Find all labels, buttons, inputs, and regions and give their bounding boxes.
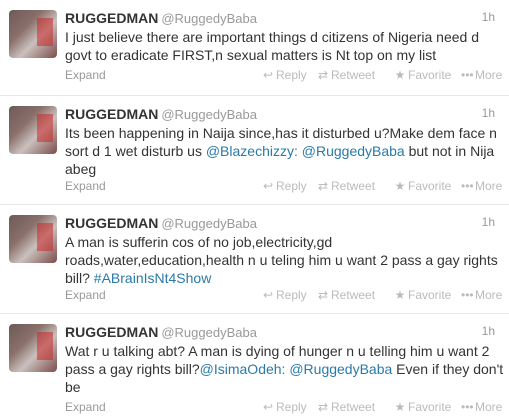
- tweet-header: RUGGEDMAN @RuggedyBaba 1h: [65, 10, 495, 26]
- reply-arrow-icon: ↩: [262, 288, 274, 302]
- tweet-actions: Expand ↩ Reply ⇄ Retweet ★ Favorite •••More: [65, 400, 505, 416]
- tweet-text-segment: I just believe there are important thing…: [65, 29, 480, 63]
- user-name[interactable]: RUGGEDMAN: [65, 215, 158, 231]
- reply-button[interactable]: ↩ Reply: [262, 288, 307, 302]
- retweet-label: Retweet: [331, 68, 376, 82]
- more-button[interactable]: •••More: [461, 179, 502, 193]
- retweet-icon: ⇄: [317, 179, 329, 193]
- reply-arrow-icon: ↩: [262, 68, 274, 82]
- avatar[interactable]: [9, 10, 57, 58]
- expand-link[interactable]: Expand: [65, 68, 106, 82]
- star-icon: ★: [394, 179, 406, 193]
- favorite-button[interactable]: ★ Favorite: [394, 400, 452, 414]
- more-label: More: [475, 179, 503, 193]
- timestamp[interactable]: 1h: [482, 215, 495, 229]
- mention-link[interactable]: @RuggedyBaba: [302, 143, 405, 159]
- retweet-icon: ⇄: [317, 68, 329, 82]
- tweet-text: A man is sufferin cos of no job,electric…: [65, 233, 505, 287]
- tweet-text: Wat r u talking abt? A man is dying of h…: [65, 342, 505, 396]
- favorite-button[interactable]: ★ Favorite: [394, 68, 452, 82]
- timestamp[interactable]: 1h: [482, 106, 495, 120]
- favorite-button[interactable]: ★ Favorite: [394, 179, 452, 193]
- more-label: More: [475, 68, 503, 82]
- ellipsis-icon: •••: [461, 179, 474, 193]
- tweet-header: RUGGEDMAN @RuggedyBaba 1h: [65, 106, 495, 122]
- retweet-button[interactable]: ⇄ Retweet: [317, 68, 375, 82]
- expand-link[interactable]: Expand: [65, 288, 106, 302]
- user-name[interactable]: RUGGEDMAN: [65, 324, 158, 340]
- favorite-label: Favorite: [408, 400, 452, 414]
- retweet-label: Retweet: [331, 400, 376, 414]
- reply-label: Reply: [276, 179, 307, 193]
- tweet[interactable]: RUGGEDMAN @RuggedyBaba 1h A man is suffer…: [0, 205, 509, 314]
- hashtag-link[interactable]: #ABrainIsNt4Show: [94, 270, 212, 286]
- retweet-button[interactable]: ⇄ Retweet: [317, 179, 375, 193]
- expand-link[interactable]: Expand: [65, 179, 106, 193]
- user-name[interactable]: RUGGEDMAN: [65, 10, 158, 26]
- tweet-header: RUGGEDMAN @RuggedyBaba 1h: [65, 324, 495, 340]
- retweet-label: Retweet: [331, 179, 376, 193]
- retweet-icon: ⇄: [317, 288, 329, 302]
- tweet-actions: Expand ↩ Reply ⇄ Retweet ★ Favorite •••More: [65, 68, 505, 84]
- reply-label: Reply: [276, 288, 307, 302]
- reply-arrow-icon: ↩: [262, 179, 274, 193]
- favorite-button[interactable]: ★ Favorite: [394, 288, 452, 302]
- reply-label: Reply: [276, 400, 307, 414]
- avatar[interactable]: [9, 324, 57, 372]
- star-icon: ★: [394, 400, 406, 414]
- retweet-button[interactable]: ⇄ Retweet: [317, 288, 375, 302]
- tweet-actions: Expand ↩ Reply ⇄ Retweet ★ Favorite •••More: [65, 288, 505, 304]
- reply-label: Reply: [276, 68, 307, 82]
- favorite-label: Favorite: [408, 179, 452, 193]
- user-handle[interactable]: @RuggedyBaba: [161, 107, 257, 122]
- reply-button[interactable]: ↩ Reply: [262, 179, 307, 193]
- favorite-label: Favorite: [408, 288, 452, 302]
- user-handle[interactable]: @RuggedyBaba: [161, 11, 257, 26]
- expand-link[interactable]: Expand: [65, 400, 106, 414]
- retweet-label: Retweet: [331, 288, 376, 302]
- retweet-icon: ⇄: [317, 400, 329, 414]
- ellipsis-icon: •••: [461, 68, 474, 82]
- mention-link[interactable]: @Blazechizzy:: [206, 143, 298, 159]
- tweet-text: Its been happening in Naija since,has it…: [65, 124, 505, 178]
- star-icon: ★: [394, 68, 406, 82]
- tweet-header: RUGGEDMAN @RuggedyBaba 1h: [65, 215, 495, 231]
- ellipsis-icon: •••: [461, 400, 474, 414]
- timestamp[interactable]: 1h: [482, 10, 495, 24]
- mention-link[interactable]: @IsimaOdeh:: [200, 361, 286, 377]
- tweet-text: I just believe there are important thing…: [65, 28, 505, 64]
- tweet-actions: Expand ↩ Reply ⇄ Retweet ★ Favorite •••More: [65, 179, 505, 195]
- reply-button[interactable]: ↩ Reply: [262, 68, 307, 82]
- more-button[interactable]: •••More: [461, 400, 502, 414]
- ellipsis-icon: •••: [461, 288, 474, 302]
- star-icon: ★: [394, 288, 406, 302]
- more-label: More: [475, 400, 503, 414]
- tweet[interactable]: RUGGEDMAN @RuggedyBaba 1h Wat r u talking…: [0, 314, 509, 414]
- tweet[interactable]: RUGGEDMAN @RuggedyBaba 1h Its been happen…: [0, 96, 509, 205]
- retweet-button[interactable]: ⇄ Retweet: [317, 400, 375, 414]
- user-name[interactable]: RUGGEDMAN: [65, 106, 158, 122]
- more-button[interactable]: •••More: [461, 68, 502, 82]
- avatar[interactable]: [9, 106, 57, 154]
- favorite-label: Favorite: [408, 68, 452, 82]
- user-handle[interactable]: @RuggedyBaba: [161, 216, 257, 231]
- reply-arrow-icon: ↩: [262, 400, 274, 414]
- reply-button[interactable]: ↩ Reply: [262, 400, 307, 414]
- more-button[interactable]: •••More: [461, 288, 502, 302]
- avatar[interactable]: [9, 215, 57, 263]
- more-label: More: [475, 288, 503, 302]
- timestamp[interactable]: 1h: [482, 324, 495, 338]
- mention-link[interactable]: @RuggedyBaba: [289, 361, 392, 377]
- tweet[interactable]: RUGGEDMAN @RuggedyBaba 1h I just believe …: [0, 0, 509, 96]
- user-handle[interactable]: @RuggedyBaba: [161, 325, 257, 340]
